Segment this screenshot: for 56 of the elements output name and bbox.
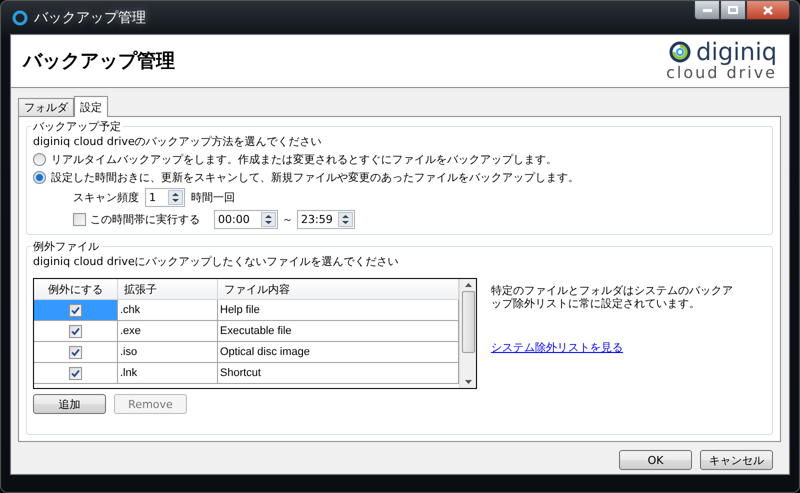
table-button[interactable]: 追加 [33, 394, 106, 414]
minimize-button[interactable] [694, 1, 720, 20]
option-label: リアルタイムバックアップをします。作成または変更されるとすぐにファイルをバックアップします。 [51, 152, 557, 167]
column-header[interactable]: 例外にする [34, 279, 118, 300]
maximize-icon [728, 6, 738, 14]
close-icon [763, 6, 773, 14]
scroll-up-icon[interactable] [464, 283, 472, 287]
page-title: バックアップ管理 [23, 49, 175, 74]
frequency-label: スキャン頻度 [73, 190, 139, 205]
window-title: バックアップ管理 [34, 8, 146, 26]
unit-label: 時間一回 [191, 190, 235, 205]
checkbox[interactable] [69, 304, 82, 316]
logo-tagline: cloud drive [666, 64, 777, 82]
range-separator: ～ [282, 212, 293, 227]
column-header[interactable]: 拡張子 [118, 279, 218, 300]
tab[interactable]: 設定 [74, 96, 108, 117]
app-logo-icon [12, 10, 28, 26]
spin-field[interactable]: 23:59 [297, 210, 355, 229]
option-label: 設定した時間おきに、更新をスキャンして、新規ファイルや変更のあったファイルをバックアップします。 [51, 170, 579, 185]
table-cell: Shortcut [218, 363, 459, 384]
spin-arrows-icon[interactable] [168, 190, 183, 205]
checkbox[interactable] [69, 346, 82, 358]
prompt-text: diginiq cloud driveのバックアップ方法を選んでください [33, 134, 323, 149]
prompt-text: diginiq cloud driveにバックアップしたくないファイルを選んでください [33, 254, 400, 269]
table-cell: .chk [118, 300, 218, 321]
column-header[interactable]: ファイル内容 [218, 279, 459, 300]
system-list-link[interactable]: システム除外リストを見る [491, 341, 623, 354]
radio-button[interactable] [33, 171, 46, 184]
ring-logo-icon [668, 40, 692, 64]
spin-field[interactable]: 1 [145, 188, 185, 207]
table-cell: Optical disc image [218, 342, 459, 363]
table-cell: .iso [118, 342, 218, 363]
checkbox[interactable] [69, 366, 82, 380]
scrollbar[interactable] [459, 279, 476, 388]
checkbox-label: この時間帯に実行する [90, 212, 200, 227]
close-button[interactable] [746, 1, 790, 20]
dialog-button[interactable]: キャンセル [700, 450, 773, 470]
note-text: 特定のファイルとフォルダはシステムのバックアップ除外リストに常に設定されています。 [491, 284, 734, 310]
logo-name: diginiq [696, 40, 777, 64]
group-title: バックアップ予定 [32, 119, 122, 134]
spin-arrows-icon[interactable] [261, 212, 276, 227]
checkbox[interactable] [73, 213, 86, 226]
maximize-button[interactable] [720, 1, 746, 20]
scroll-down-icon[interactable] [464, 380, 472, 384]
tab[interactable]: フォルダ [18, 98, 74, 116]
spin-field[interactable]: 00:00 [214, 210, 278, 229]
table-cell: .exe [118, 321, 218, 342]
minimize-icon [702, 8, 712, 12]
group-title: 例外ファイル [32, 239, 100, 254]
dialog-button[interactable]: OK [619, 450, 692, 470]
table-cell: Help file [218, 300, 459, 321]
checkbox[interactable] [69, 324, 82, 338]
radio-button[interactable] [33, 153, 46, 166]
table-cell: .lnk [118, 363, 218, 384]
spin-arrows-icon[interactable] [338, 212, 353, 227]
table-cell: Executable file [218, 321, 459, 342]
